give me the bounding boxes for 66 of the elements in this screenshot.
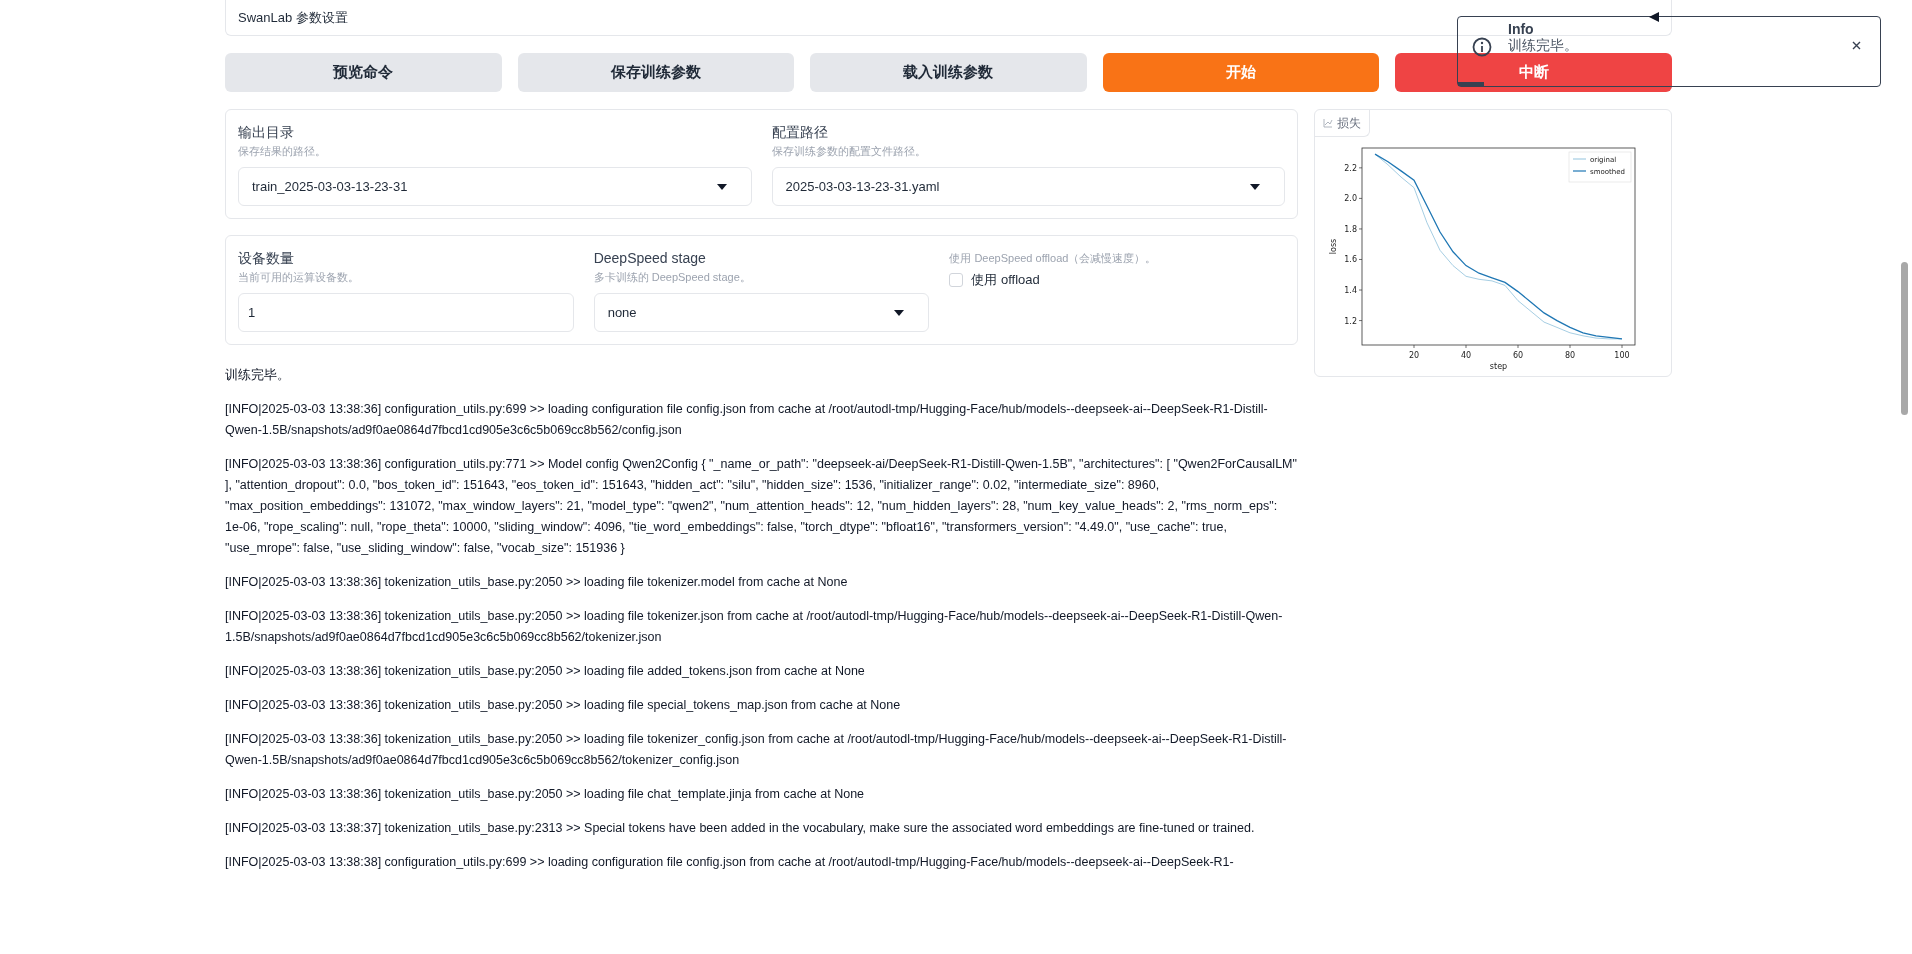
log-line: [INFO|2025-03-03 13:38:36] tokenization_utils_base.py:2050 >> loading file tokenizer.model from cache at None — [225, 574, 849, 591]
log-line: [INFO|2025-03-03 13:38:38] configuration_utils.py:699 >> loading configuration file config.json from cache at /root/autodl-tmp/Hugging-Face/hub/models--deepseek-ai--DeepSeek-R1- — [225, 854, 1235, 871]
checkbox[interactable] — [949, 272, 964, 287]
field-label: 设备数量 — [238, 249, 295, 268]
x-tick-label: 100 — [1614, 351, 1630, 360]
x-tick: 40 — [1460, 344, 1472, 360]
y-tick: 1.2 — [1344, 316, 1363, 326]
log-line: [INFO|2025-03-03 13:38:36] tokenization_utils_base.py:2050 >> loading file added_tokens.json from cache at None — [225, 663, 866, 680]
field-label: DeepSpeed stage — [593, 249, 707, 268]
toast-title: Info — [1508, 21, 1534, 37]
y-tick-label: 2.0 — [1344, 194, 1357, 204]
log-line: 训练完毕。 — [225, 367, 291, 384]
x-tick: 80 — [1564, 344, 1576, 360]
arrow-icon — [1649, 12, 1659, 22]
offload-checkbox[interactable]: 使用 offload — [949, 270, 1285, 290]
action-button[interactable]: 预览命令 — [225, 53, 502, 92]
scrollbar[interactable] — [1901, 262, 1908, 415]
log-line: [INFO|2025-03-03 13:38:36] tokenization_utils_base.py:2050 >> loading file tokenizer_config.json from cache at /root/autodl-tmp/Hugging-Face/hub/models--deepseek-ai--DeepSeek-R1-Distill-Qwen-1.5B/snapshots/ad9f0ae0864d7fbcd1cd905e3c6c5b069cc8b562/tokenizer_config.json — [225, 731, 1288, 769]
y-tick-label: 1.6 — [1344, 255, 1357, 265]
y-tick: 1.6 — [1344, 255, 1363, 265]
action-button[interactable]: 保存训练参数 — [517, 53, 795, 92]
field-hint: 保存结果的路径。 — [238, 144, 327, 159]
close-icon — [1851, 40, 1861, 50]
x-axis-label: step — [1489, 362, 1508, 371]
action-button[interactable]: 中断 — [1395, 53, 1672, 92]
field-label: 输出目录 — [238, 123, 295, 142]
action-button[interactable]: 载入训练参数 — [810, 53, 1087, 92]
y-tick-label: 1.8 — [1344, 224, 1357, 234]
toast-message: 训练完毕。 — [1508, 38, 1578, 53]
log-line: [INFO|2025-03-03 13:38:36] tokenization_utils_base.py:2050 >> loading file tokenizer.json from cache at /root/autodl-tmp/Hugging-Face/hub/models--deepseek-ai--DeepSeek-R1-Distill-Qwen-1.5B/snapshots/ad9f0ae0864d7fbcd1cd905e3c6c5b069cc8b562/tokenizer.json — [225, 608, 1284, 646]
y-tick: 1.8 — [1344, 224, 1363, 234]
chart-icon — [1323, 118, 1333, 128]
log-line: [INFO|2025-03-03 13:38:37] tokenization_utils_base.py:2313 >> Special tokens have been added in the vocabulary, make sure the associated word embeddings are fine-tuned or trained. — [225, 820, 1256, 837]
log-line: [INFO|2025-03-03 13:38:36] configuration_utils.py:699 >> loading configuration file config.json from cache at /root/autodl-tmp/Hugging-Face/hub/models--deepseek-ai--DeepSeek-R1-Distill-Qwen-1.5B/snapshots/ad9f0ae0864d7fbcd1cd905e3c6c5b069cc8b562/config.json — [225, 401, 1269, 439]
plot-title: 损失 — [1337, 115, 1361, 132]
field-label: 配置路径 — [771, 123, 829, 142]
log-line: [INFO|2025-03-03 13:38:36] configuration_utils.py:771 >> Model config Qwen2Config { "_name_or_path": "deepseek-ai/DeepSeek-R1-Distill-Qwen-1.5B", "architectures": [ "Qwen2ForCausalLM" ], "attention_dropout": 0.0, "bos_token_id": 151643, "eos_token_id": 151643, "hidden_act": "silu", "hidden_size": 1536, "initializer_range": 0.02, "intermediate_size": 8960, "max_position_embeddings": 131072, "max_window_layers": 21, "model_type": "qwen2", "num_attention_heads": 12, "num_hidden_layers": 28, "num_key_value_heads": 2, "rms_norm_eps": 1e-06, "rope_scaling": null, "rope_theta": 10000, "sliding_window": 4096, "tie_word_embeddings": false, "torch_dtype": "bfloat16", "transformers_version": "4.49.0", "use_cache": true, "use_mrope": false, "use_sliding_window": false, "vocab_size": 151936 } — [225, 456, 1298, 557]
y-tick: 1.4 — [1344, 286, 1363, 295]
log-line: [INFO|2025-03-03 13:38:36] tokenization_utils_base.py:2050 >> loading file special_tokens_map.json from cache at None — [225, 697, 902, 714]
legend-box — [1568, 151, 1632, 183]
y-tick: 2.0 — [1344, 194, 1363, 204]
caret-icon — [1250, 183, 1260, 190]
dropdown[interactable]: 2025-03-03-13-23-31.yaml — [771, 167, 1285, 206]
x-tick-label: 20 — [1408, 351, 1420, 360]
x-tick-label: 60 — [1512, 351, 1524, 360]
y-tick-label: 2.2 — [1344, 163, 1357, 173]
field-hint: 多卡训练的 DeepSpeed stage。 — [593, 270, 752, 285]
info-icon — [1472, 37, 1492, 57]
dropdown[interactable]: none — [593, 293, 930, 332]
y-axis-label: loss — [1329, 238, 1338, 255]
x-tick: 60 — [1512, 344, 1524, 360]
y-tick-label: 1.4 — [1344, 286, 1357, 296]
caret-icon — [716, 183, 727, 190]
number-input[interactable]: 1 — [238, 293, 574, 332]
x-tick-label: 40 — [1460, 351, 1472, 360]
field-hint: 保存训练参数的配置文件路径。 — [771, 144, 927, 159]
dropdown[interactable]: train_2025-03-03-13-23-31 — [238, 167, 752, 206]
field-hint: 当前可用的运算设备数。 — [238, 270, 360, 285]
field-hint: 使用 DeepSpeed offload（会减慢速度）。 — [949, 251, 1158, 266]
x-tick-label: 80 — [1564, 351, 1576, 360]
x-tick: 100 — [1614, 344, 1630, 360]
log-line: [INFO|2025-03-03 13:38:36] tokenization_utils_base.py:2050 >> loading file chat_template.jinja from cache at None — [225, 786, 866, 803]
y-tick-label: 1.2 — [1344, 316, 1357, 326]
y-tick: 2.2 — [1344, 163, 1363, 173]
caret-icon — [894, 309, 905, 316]
x-tick: 20 — [1408, 344, 1420, 360]
